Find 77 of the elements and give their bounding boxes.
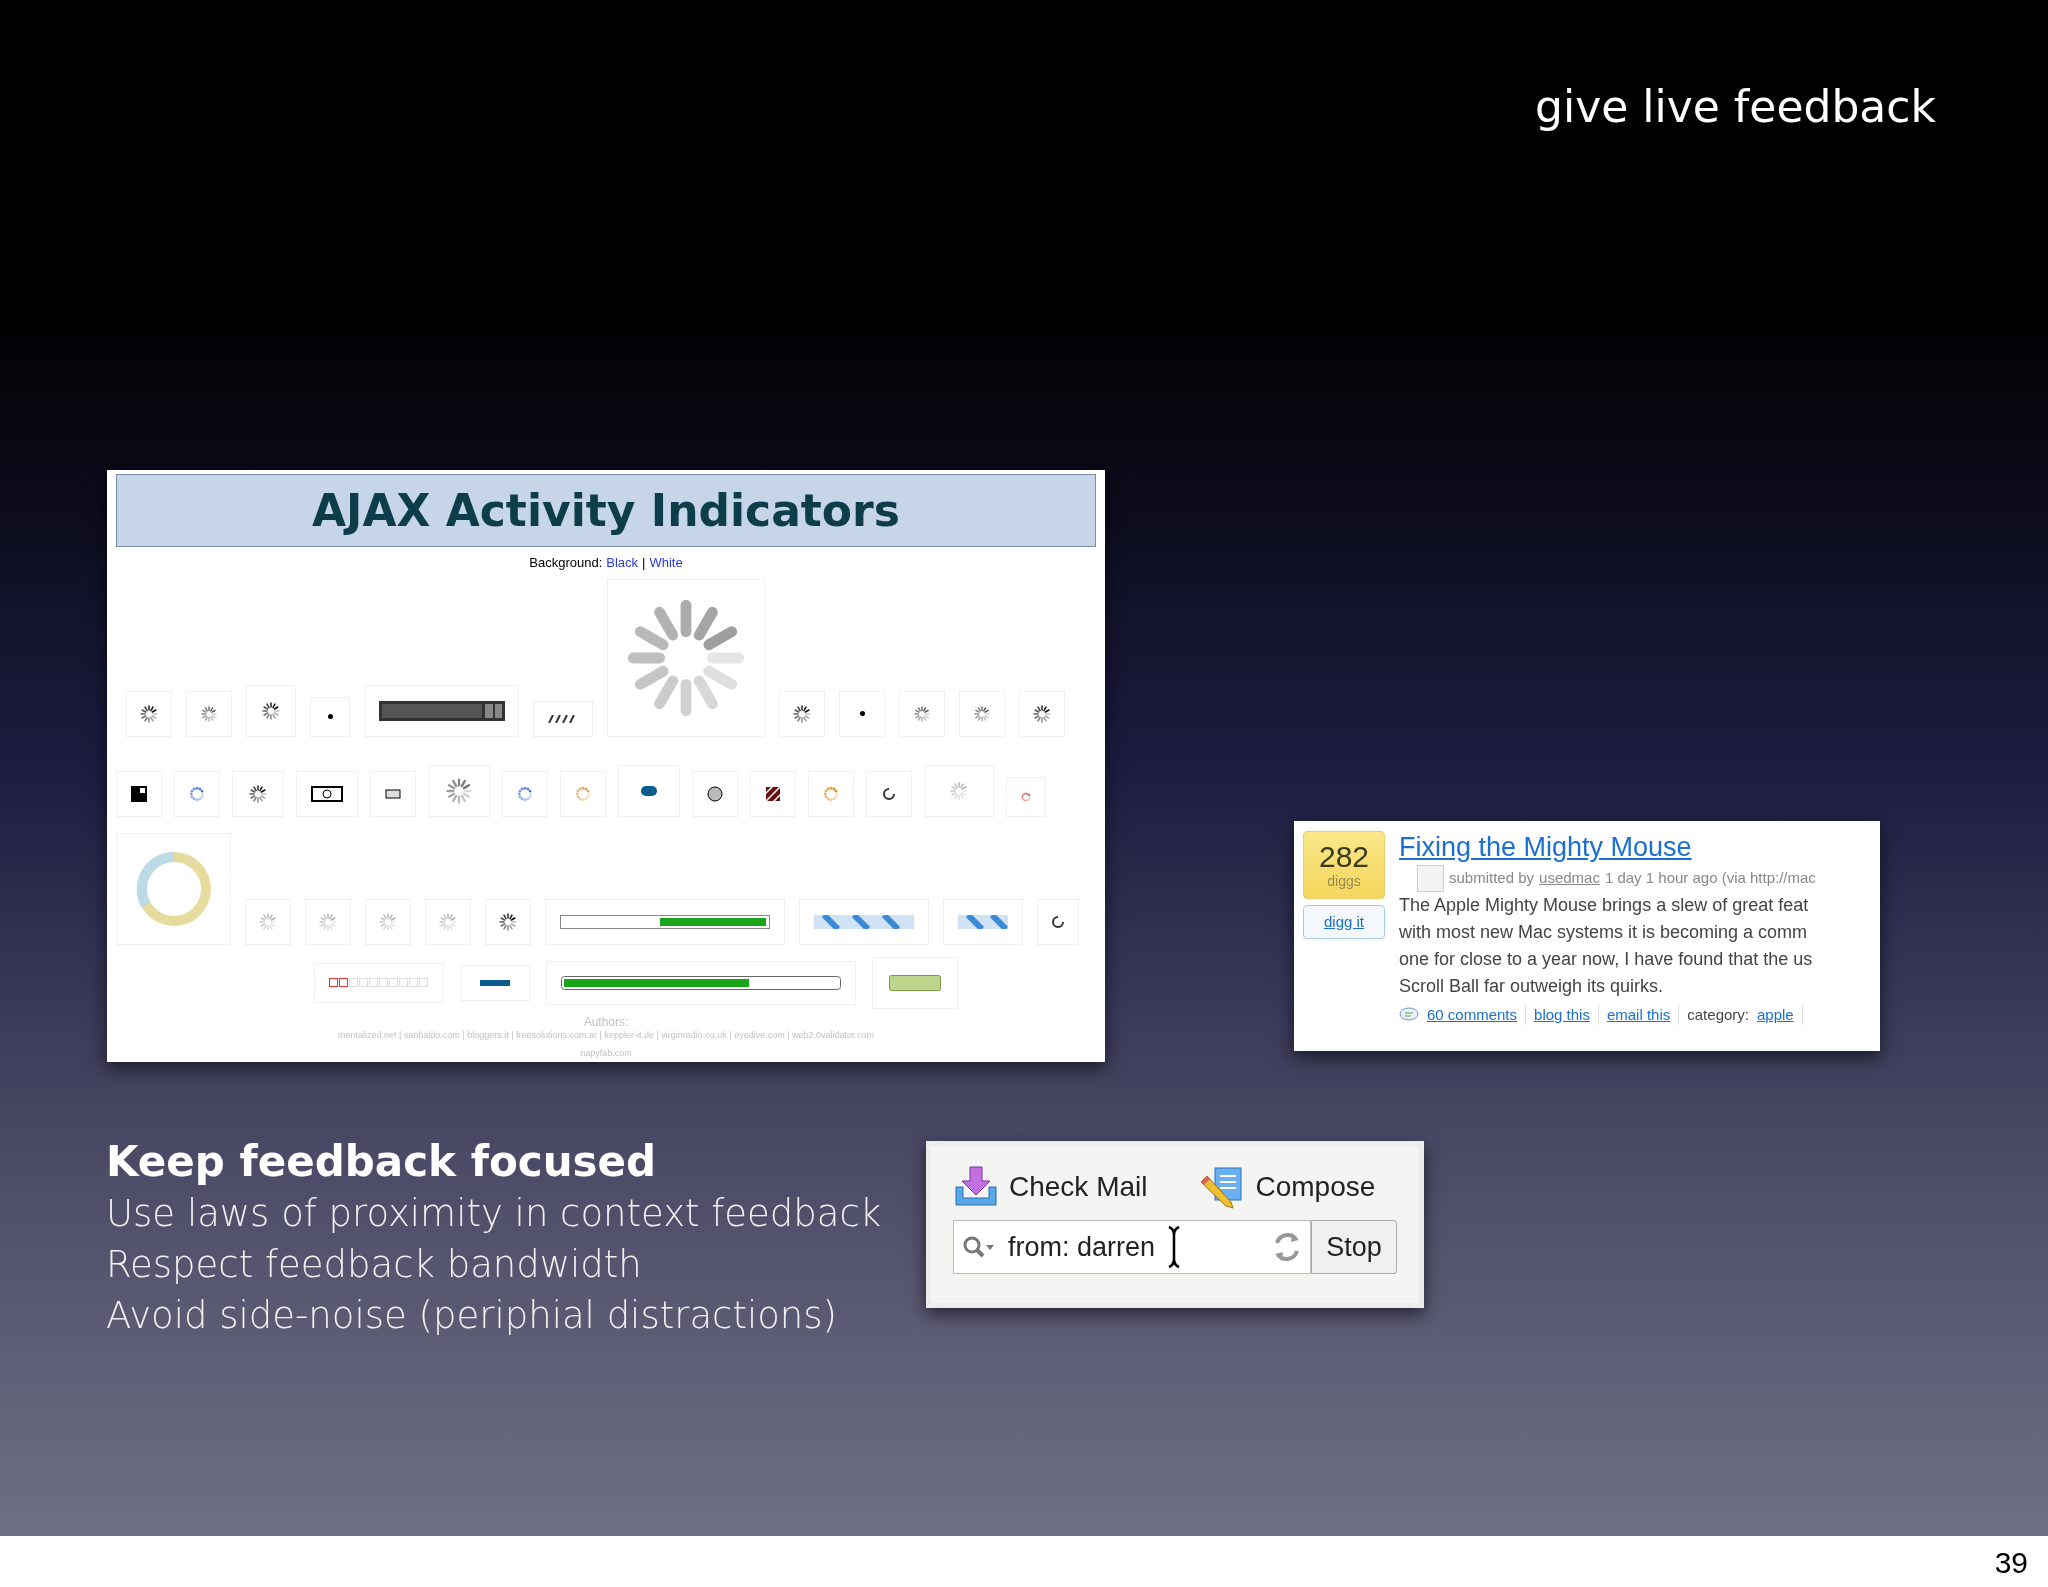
action-link[interactable]: email this: [1606, 1004, 1671, 1027]
pill-icon: [641, 785, 657, 796]
spinner-icon: [499, 912, 517, 931]
slide-text: Use laws of proximity in context feedback: [106, 1191, 882, 1237]
hatched-square-icon: [766, 786, 780, 801]
meta-text: 1 day 1 hour ago (via http://mac: [1604, 868, 1816, 889]
story-text: Scroll Ball far outweigh its quirks.: [1399, 975, 1665, 998]
separator: |: [642, 554, 646, 572]
avatar-placeholder: [1417, 865, 1444, 892]
slide-heading: Keep feedback focused: [106, 1136, 658, 1188]
search-value: from: darren: [1008, 1230, 1156, 1264]
rectangle-icon: [385, 788, 401, 799]
frame-icon: [311, 785, 343, 802]
toolbar-button[interactable]: Check Mail: [953, 1165, 1148, 1209]
spinner-icon: [201, 705, 217, 722]
stop-button[interactable]: Stop: [1311, 1220, 1397, 1274]
spinner-icon: [1021, 791, 1031, 802]
spinner-icon: [439, 912, 457, 931]
action-link[interactable]: 60 comments: [1427, 1004, 1518, 1027]
link[interactable]: Black: [606, 553, 639, 573]
rectangle-icon: [889, 974, 941, 991]
page-number: 39: [1994, 1545, 2028, 1581]
category-link[interactable]: apple: [1757, 1004, 1794, 1027]
dot-icon: [327, 714, 333, 719]
progress-bar-icon: [561, 975, 841, 990]
search-field[interactable]: from: darren: [953, 1220, 1311, 1274]
digg-count: 282: [1318, 841, 1370, 873]
spinner-icon: [974, 705, 990, 722]
spinner-icon: [517, 785, 533, 802]
speech-bubble-icon: [1399, 1007, 1419, 1024]
meta-text: submitted by: [1449, 868, 1535, 889]
digg-button[interactable]: digg it: [1303, 905, 1385, 939]
story-text: one for close to a year now, I have found that the us: [1399, 948, 1814, 971]
page-title: AJAX Activity Indicators: [116, 474, 1096, 547]
spinner-icon: [626, 597, 746, 718]
user-link[interactable]: usedmac: [1539, 867, 1600, 890]
arc-icon: [1051, 914, 1065, 929]
spinner-icon: [262, 701, 280, 720]
slide-title: give live feedback: [1535, 80, 1936, 134]
spinner-icon: [1033, 704, 1051, 723]
slide-text: Avoid side-noise (periphial distractions): [106, 1293, 838, 1339]
spinner-icon: [914, 705, 930, 722]
text-cursor-icon: [1167, 1225, 1182, 1269]
spinner-icon: [249, 784, 267, 803]
authors-list: napyfab.com: [580, 1046, 632, 1059]
spinner-icon: [319, 912, 337, 931]
story-text: The Apple Mighty Mouse brings a slew of great feat: [1399, 894, 1810, 917]
story-title-link[interactable]: Fixing the Mighty Mouse: [1399, 831, 1816, 863]
squares-icon: [329, 977, 429, 988]
download-tray-icon: [953, 1165, 999, 1209]
spinner-icon: [793, 704, 811, 723]
arc-icon: [882, 786, 896, 801]
spinner-icon: [259, 912, 277, 931]
spinner-icon: [575, 785, 591, 802]
spinner-icon: [950, 781, 968, 800]
spinner-icon: [189, 785, 205, 802]
digg-count-label: diggs: [1327, 873, 1361, 889]
search-icon: [962, 1235, 996, 1259]
spinner-icon: [140, 704, 158, 723]
toolbar-button[interactable]: Compose: [1197, 1164, 1376, 1210]
spinner-icon: [379, 912, 397, 931]
square-icon: [131, 785, 147, 802]
spinner-icon: [823, 785, 839, 802]
progress-bar-icon: [560, 914, 770, 929]
ball-icon: [707, 785, 723, 802]
dot-icon: [859, 711, 865, 716]
progress-bar-icon: [378, 700, 505, 721]
striped-bar-icon: [958, 914, 1008, 929]
spinner-icon: [446, 777, 472, 804]
category-label: category:: [1687, 1005, 1749, 1025]
authors-label: Authors:: [583, 1014, 629, 1029]
link[interactable]: White: [649, 553, 683, 573]
story-text: with most new Mac systems it is becoming a comm: [1399, 921, 1809, 944]
slide-text: Respect feedback bandwidth: [106, 1242, 643, 1288]
striped-bar-icon: [814, 914, 914, 929]
action-link[interactable]: blog this: [1534, 1004, 1590, 1027]
background-label: Background:: [529, 554, 603, 572]
